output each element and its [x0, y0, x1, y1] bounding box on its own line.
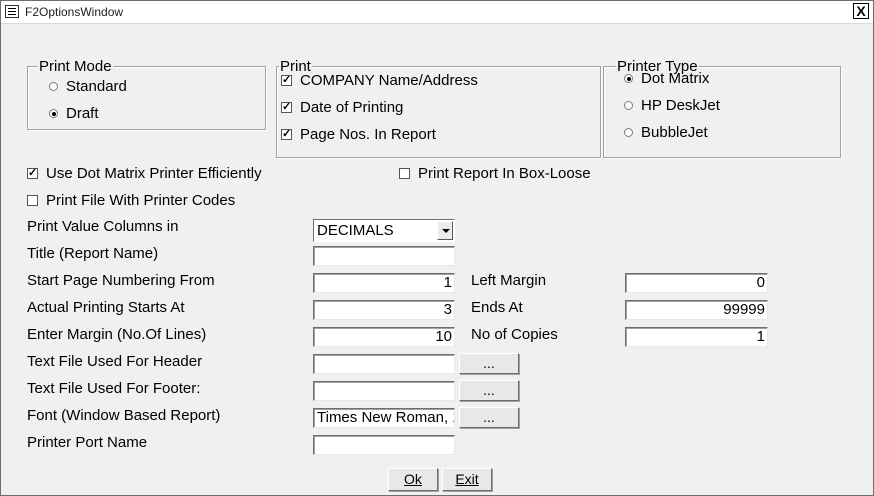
radio-hp-deskjet[interactable]: HP DeskJet — [624, 97, 720, 114]
start-page-label: Start Page Numbering From — [27, 272, 215, 289]
check-date-of-printing[interactable]: ✓ Date of Printing — [281, 99, 403, 116]
radio-draft-label: Draft — [66, 105, 99, 122]
radio-bubblejet-label: BubbleJet — [641, 124, 708, 141]
left-margin-input[interactable]: 0 — [625, 273, 768, 293]
footer-browse-button[interactable]: ... — [459, 380, 519, 401]
chevron-down-icon[interactable] — [437, 221, 453, 240]
printing-starts-label: Actual Printing Starts At — [27, 299, 185, 316]
radio-bubblejet[interactable]: BubbleJet — [624, 124, 708, 141]
check-company-name-box[interactable]: ✓ — [281, 75, 292, 86]
check-dot-matrix-efficient-label: Use Dot Matrix Printer Efficiently — [46, 165, 262, 182]
start-page-input[interactable]: 1 — [313, 273, 455, 293]
radio-dot-matrix-label: Dot Matrix — [641, 70, 710, 87]
check-company-name[interactable]: ✓ COMPANY Name/Address — [281, 72, 478, 89]
radio-draft[interactable]: Draft — [49, 105, 99, 122]
check-dot-matrix-efficient[interactable]: ✓ Use Dot Matrix Printer Efficiently — [27, 165, 262, 182]
exit-button-label: Exit — [455, 471, 479, 487]
title-input[interactable] — [313, 246, 455, 266]
radio-draft-indicator[interactable] — [49, 109, 58, 118]
font-label: Font (Window Based Report) — [27, 407, 221, 424]
radio-dot-matrix[interactable]: Dot Matrix — [624, 70, 709, 87]
header-file-input[interactable] — [313, 354, 455, 374]
value-columns-value: DECIMALS — [317, 222, 394, 239]
check-dot-matrix-efficient-box[interactable]: ✓ — [27, 168, 38, 179]
ends-at-input[interactable]: 99999 — [625, 300, 768, 320]
radio-standard-label: Standard — [66, 78, 127, 95]
check-company-name-label: COMPANY Name/Address — [300, 72, 478, 89]
check-printer-codes-label: Print File With Printer Codes — [46, 192, 236, 209]
copies-input[interactable]: 1 — [625, 327, 768, 347]
check-printer-codes[interactable]: Print File With Printer Codes — [27, 192, 235, 209]
check-printer-codes-box[interactable] — [27, 195, 38, 206]
ok-button[interactable]: Ok — [388, 468, 438, 491]
header-file-label: Text File Used For Header — [27, 353, 203, 370]
check-page-nos[interactable]: ✓ Page Nos. In Report — [281, 126, 436, 143]
enter-margin-label: Enter Margin (No.Of Lines) — [27, 326, 207, 343]
font-browse-button[interactable]: ... — [459, 407, 519, 428]
port-input[interactable] — [313, 435, 455, 455]
window-title: F2OptionsWindow — [25, 5, 124, 19]
check-box-loose-box[interactable] — [399, 168, 410, 179]
radio-dot-matrix-indicator[interactable] — [624, 74, 633, 83]
close-button[interactable]: X — [853, 3, 869, 19]
ok-button-label: Ok — [404, 471, 422, 487]
radio-hp-deskjet-label: HP DeskJet — [641, 97, 720, 114]
print-mode-legend: Print Mode — [38, 58, 113, 75]
title-bar[interactable]: F2OptionsWindow X — [1, 1, 873, 24]
header-browse-button[interactable]: ... — [459, 353, 519, 374]
radio-standard-indicator[interactable] — [49, 82, 58, 91]
footer-file-input[interactable] — [313, 381, 455, 401]
check-box-loose-label: Print Report In Box-Loose — [418, 165, 591, 182]
left-margin-label: Left Margin — [471, 272, 547, 289]
printing-starts-input[interactable]: 3 — [313, 300, 455, 320]
port-label: Printer Port Name — [27, 434, 148, 451]
copies-label: No of Copies — [471, 326, 558, 343]
window-menu-icon[interactable] — [5, 5, 19, 18]
footer-file-label: Text File Used For Footer: — [27, 380, 201, 397]
font-input[interactable]: Times New Roman, 1 — [313, 408, 455, 428]
check-page-nos-box[interactable]: ✓ — [281, 129, 292, 140]
exit-button[interactable]: Exit — [442, 468, 492, 491]
f2-options-window: F2OptionsWindow X Print Mode Standard Dr… — [0, 0, 874, 496]
enter-margin-input[interactable]: 10 — [313, 327, 455, 347]
radio-standard[interactable]: Standard — [49, 78, 127, 95]
value-columns-label: Print Value Columns in — [27, 218, 179, 235]
value-columns-select[interactable]: DECIMALS — [313, 219, 455, 242]
title-label: Title (Report Name) — [27, 245, 159, 262]
radio-hp-deskjet-indicator[interactable] — [624, 101, 633, 110]
ends-at-label: Ends At — [471, 299, 523, 316]
check-page-nos-label: Page Nos. In Report — [300, 126, 436, 143]
check-box-loose[interactable]: Print Report In Box-Loose — [399, 165, 591, 182]
check-date-of-printing-label: Date of Printing — [300, 99, 404, 116]
check-date-of-printing-box[interactable]: ✓ — [281, 102, 292, 113]
radio-bubblejet-indicator[interactable] — [624, 128, 633, 137]
